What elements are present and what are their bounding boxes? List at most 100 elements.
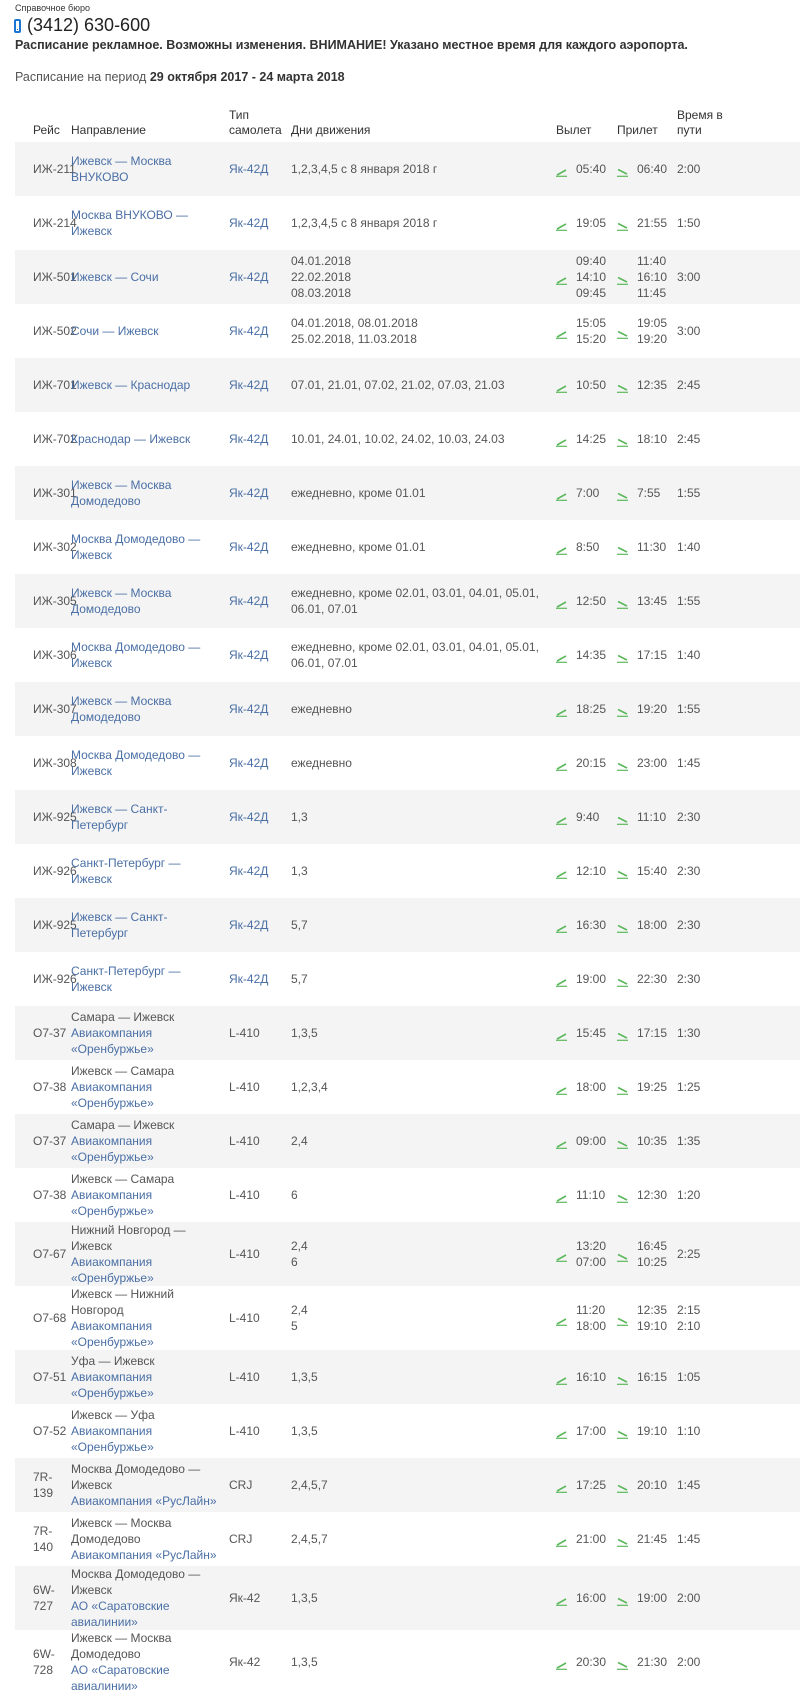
plane-type[interactable]: Як-42Д	[229, 270, 268, 284]
route-link[interactable]: Ижевск — Сочи	[71, 269, 229, 285]
airline-line: Авиакомпания «РусЛайн»	[71, 1548, 217, 1562]
flight-cell: ИЖ-701	[15, 358, 77, 412]
plane-type[interactable]: Як-42Д	[229, 756, 268, 770]
airline-link[interactable]: Авиакомпания «Оренбуржье»	[71, 1079, 229, 1111]
plane-type: CRJ	[229, 1478, 253, 1492]
route-link[interactable]: Ижевск — Москва Домодедово	[71, 477, 229, 509]
plane-cell: Як-42	[229, 1566, 291, 1630]
arrival-time-line: 17:15	[637, 1026, 668, 1040]
plane-type[interactable]: Як-42Д	[229, 378, 268, 392]
route-link[interactable]: Санкт-Петербург — Ижевск	[71, 963, 229, 995]
days-line: 5,7	[291, 972, 308, 986]
arrival-cell: 11:30	[617, 520, 677, 574]
days-line: 1,3,5	[291, 1424, 318, 1438]
plane-landing-icon	[617, 813, 628, 825]
flight-cell: ИЖ-702	[15, 412, 77, 466]
airline-link[interactable]: Авиакомпания «Оренбуржье»	[71, 1369, 229, 1401]
route-text: Ижевск	[71, 1478, 112, 1492]
route-line: Ижевск	[71, 656, 112, 670]
plane-type[interactable]: Як-42Д	[229, 432, 268, 446]
airline-link[interactable]: Авиакомпания «Оренбуржье»	[71, 1318, 229, 1350]
plane-type[interactable]: Як-42Д	[229, 594, 268, 608]
departure-cell: 18:00	[556, 1060, 617, 1114]
plane-takeoff-icon	[556, 327, 567, 339]
route-link[interactable]: Москва Домодедово — Ижевск	[71, 747, 229, 779]
departure-time-line: 05:40	[576, 162, 607, 176]
plane-landing-icon	[617, 705, 628, 717]
days-cell: 1,3,5	[291, 1404, 556, 1458]
plane-type[interactable]: Як-42Д	[229, 648, 268, 662]
airline-link[interactable]: Авиакомпания «РусЛайн»	[71, 1547, 229, 1563]
plane-type: Як-42	[229, 1591, 261, 1605]
route-link[interactable]: Ижевск — Москва Домодедово	[71, 693, 229, 725]
table-row: ИЖ-502 Сочи — Ижевск Як-42Д 04.01.2018, 08.…	[15, 304, 800, 358]
plane-type[interactable]: Як-42Д	[229, 864, 268, 878]
plane-type[interactable]: Як-42Д	[229, 540, 268, 554]
plane-type[interactable]: Як-42Д	[229, 324, 268, 338]
route-link[interactable]: Москва Домодедово — Ижевск	[71, 639, 229, 671]
arrival-time-line: 11:40	[637, 254, 667, 268]
plane-type[interactable]: Як-42Д	[229, 486, 268, 500]
days-line: 2,4,5,7	[291, 1478, 328, 1492]
days-cell: 07.01, 21.01, 07.02, 21.02, 07.03, 21.03	[291, 358, 556, 412]
arrival-cell: 23:00	[617, 736, 677, 790]
table-row: ИЖ-702 Краснодар — Ижевск Як-42Д 10.01, 24.…	[15, 412, 800, 466]
route-line: Ижевск	[71, 764, 112, 778]
arrival-times: 21:55	[637, 215, 667, 231]
flight-cell: O7-38	[15, 1168, 71, 1222]
route-link[interactable]: Ижевск — Москва ВНУКОВО	[71, 153, 229, 185]
airline-link[interactable]: Авиакомпания «Оренбуржье»	[71, 1187, 229, 1219]
arrival-cell: 12:35 19:10	[617, 1286, 677, 1350]
route-link[interactable]: Ижевск — Москва Домодедово	[71, 585, 229, 617]
plane-type[interactable]: Як-42Д	[229, 810, 268, 824]
route-link[interactable]: Санкт-Петербург — Ижевск	[71, 855, 229, 887]
duration-cell: 1:05	[677, 1350, 800, 1404]
route-text: Ижевск	[71, 1583, 112, 1597]
route-link[interactable]: Ижевск — Краснодар	[71, 377, 229, 393]
airline-link[interactable]: АО «Саратовские авиалинии»	[71, 1598, 229, 1630]
route-cell: Самара — Ижевск Авиакомпания «Оренбуржье»	[71, 1114, 229, 1168]
departure-time: 09:40 14:10 09:45	[556, 253, 617, 301]
plane-type[interactable]: Як-42Д	[229, 918, 268, 932]
departure-time-line: 18:00	[576, 1080, 607, 1094]
plane-type[interactable]: Як-42Д	[229, 702, 268, 716]
plane-type[interactable]: Як-42Д	[229, 162, 268, 176]
plane-takeoff-icon	[556, 597, 567, 609]
airline-link[interactable]: Авиакомпания «Оренбуржье»	[71, 1133, 229, 1165]
arrival-time-line: 22:30	[637, 972, 668, 986]
route-text: Нижний Новгород —	[71, 1223, 186, 1237]
plane-type[interactable]: Як-42Д	[229, 216, 268, 230]
days-line: ежедневно, кроме 01.01	[291, 486, 426, 500]
airline-link[interactable]: Авиакомпания «Оренбуржье»	[71, 1025, 229, 1057]
arrival-time-line: 20:10	[637, 1478, 668, 1492]
departure-cell: 05:40	[556, 142, 617, 196]
departure-cell: 7:00	[556, 466, 617, 520]
airline-link[interactable]: Авиакомпания «РусЛайн»	[71, 1493, 229, 1509]
route-link[interactable]: Ижевск — Санкт- Петербург	[71, 801, 229, 833]
plane-type: L-410	[229, 1188, 260, 1202]
route-text: Новгород	[71, 1303, 124, 1317]
route-cell: Ижевск — Сочи	[71, 250, 229, 304]
route-text: Ижевск — Самара	[71, 1172, 175, 1186]
departure-time: 12:10	[556, 863, 617, 879]
route-cell: Ижевск — Москва Домодедово	[71, 466, 229, 520]
route-link[interactable]: Краснодар — Ижевск	[71, 431, 229, 447]
plane-type: L-410	[229, 1134, 260, 1148]
plane-cell: L-410	[229, 1350, 291, 1404]
plane-takeoff-icon	[556, 1373, 567, 1385]
departure-times: 17:25	[576, 1477, 606, 1493]
route-line: Ижевск — Москва	[71, 586, 172, 600]
airline-link[interactable]: Авиакомпания «Оренбуржье»	[71, 1254, 229, 1286]
route-link[interactable]: Ижевск — Санкт- Петербург	[71, 909, 229, 941]
phone-number[interactable]: (3412) 630-600	[14, 15, 150, 36]
airline-link[interactable]: Авиакомпания «Оренбуржье»	[71, 1423, 229, 1455]
table-row: O7-38 Ижевск — Самара Авиакомпания «Оренбур…	[15, 1060, 800, 1114]
route-link[interactable]: Москва ВНУКОВО — Ижевск	[71, 207, 229, 239]
plane-landing-icon	[617, 165, 628, 177]
departure-time-line: 14:25	[576, 432, 607, 446]
airline-link[interactable]: АО «Саратовские авиалинии»	[71, 1662, 229, 1694]
departure-time: 21:00	[556, 1531, 617, 1547]
plane-type[interactable]: Як-42Д	[229, 972, 268, 986]
route-link[interactable]: Москва Домодедово — Ижевск	[71, 531, 229, 563]
route-link[interactable]: Сочи — Ижевск	[71, 323, 229, 339]
